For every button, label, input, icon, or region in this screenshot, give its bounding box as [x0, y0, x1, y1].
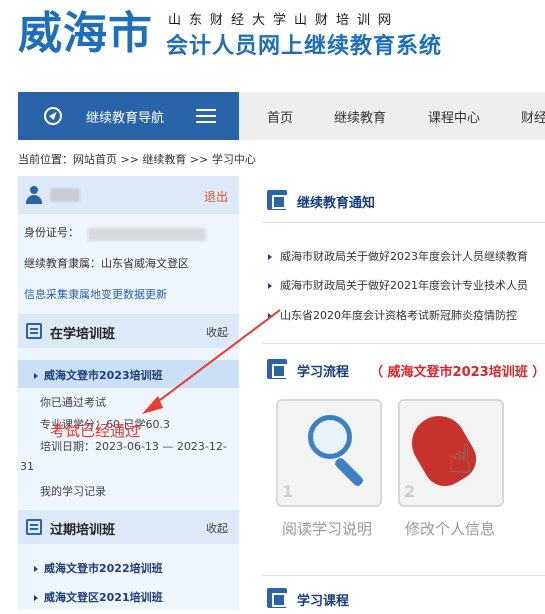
annotation-text: 考试已经通过 [50, 422, 141, 440]
annotation-arrow [142, 309, 281, 414]
